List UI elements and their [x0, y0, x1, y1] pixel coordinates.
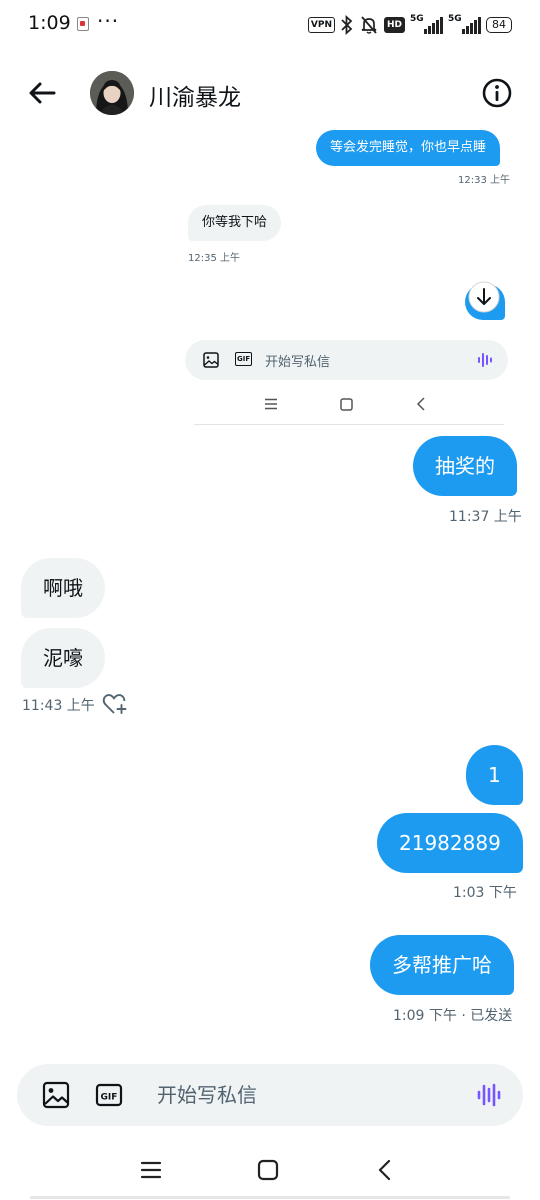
battery-icon: 84 — [486, 17, 512, 33]
svg-text:GIF: GIF — [101, 1093, 118, 1103]
outgoing-message[interactable]: 多帮推广哈 — [370, 935, 514, 995]
shot-message-time: 12:33 上午 — [458, 175, 510, 186]
shot-message-bubble: 你等我下哈 — [188, 205, 282, 241]
status-bar: 1:09 ··· VPN HD 5G 5G 84 — [0, 0, 540, 50]
home-icon[interactable] — [252, 1154, 284, 1186]
info-icon[interactable] — [481, 77, 513, 109]
back-arrow-icon[interactable] — [26, 76, 60, 110]
shot-gif-icon: GIF — [235, 352, 253, 366]
reaction-heart-icon[interactable] — [102, 692, 128, 716]
shot-message-time: 12:35 上午 — [188, 253, 240, 264]
hd-voice-icon: HD — [383, 17, 405, 33]
conversation-header: 川渝暴龙 — [0, 64, 540, 122]
avatar[interactable] — [90, 71, 134, 115]
shot-compose-bar: GIF 开始写私信 — [185, 340, 508, 380]
gif-icon[interactable]: GIF — [95, 1081, 123, 1109]
status-time: 1:09 — [28, 12, 71, 34]
contact-name[interactable]: 川渝暴龙 — [149, 78, 241, 112]
shot-nav-bar — [180, 390, 520, 418]
message-timestamp: 11:43 上午 — [22, 698, 95, 714]
signal-icon-2: 5G — [448, 14, 481, 34]
message-input[interactable] — [157, 1079, 467, 1111]
shot-message-bubble: 等会发完睡觉，你也早点睡 — [316, 130, 501, 166]
shot-divider — [194, 424, 504, 425]
shot-image-icon — [203, 352, 219, 368]
scroll-down-icon — [468, 281, 500, 313]
menu-icon[interactable] — [135, 1154, 167, 1186]
message-timestamp: 11:37 上午 — [449, 509, 522, 525]
shot-voice-icon — [478, 353, 492, 367]
outgoing-message[interactable]: 抽奖的 — [413, 436, 517, 496]
bluetooth-icon — [341, 15, 353, 35]
embedded-screenshot-image[interactable]: 等会发完睡觉，你也早点睡 12:33 上午 你等我下哈 12:35 上午 GIF… — [180, 124, 520, 426]
message-timestamp: 1:03 下午 — [453, 885, 517, 901]
shot-home-icon — [340, 398, 353, 411]
back-nav-icon[interactable] — [369, 1154, 401, 1186]
shot-compose-placeholder: 开始写私信 — [265, 355, 331, 370]
app-notification-icon — [77, 17, 89, 31]
more-notifications-icon: ··· — [97, 9, 120, 33]
outgoing-message[interactable]: 21982889 — [377, 813, 523, 873]
nav-indicator — [30, 1196, 510, 1199]
incoming-message[interactable]: 泥嚎 — [21, 628, 105, 688]
voice-wave-icon[interactable] — [475, 1081, 503, 1109]
outgoing-message[interactable]: 1 — [466, 745, 523, 805]
status-icons: VPN HD 5G 5G 84 — [307, 14, 512, 36]
compose-bar: GIF — [17, 1064, 523, 1126]
avatar-image — [90, 71, 134, 115]
system-nav-bar — [0, 1140, 540, 1198]
shot-back-icon — [416, 397, 425, 411]
signal-icon-1: 5G — [410, 14, 443, 34]
mute-bell-icon — [361, 16, 377, 34]
shot-menu-icon — [265, 398, 277, 410]
message-timestamp: 1:09 下午 · 已发送 — [393, 1008, 513, 1024]
image-icon[interactable] — [42, 1081, 70, 1109]
vpn-icon: VPN — [307, 17, 335, 33]
incoming-message[interactable]: 啊哦 — [21, 558, 105, 618]
